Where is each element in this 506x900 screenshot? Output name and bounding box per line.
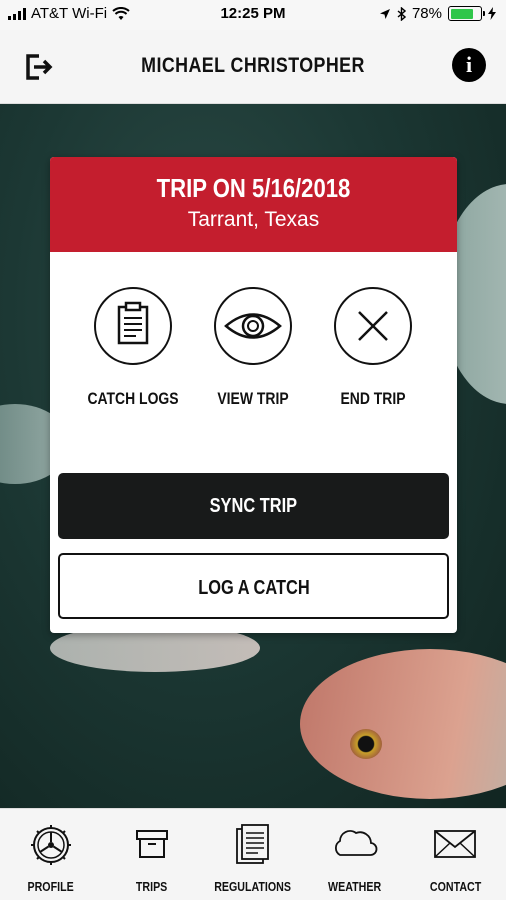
battery-icon (448, 6, 485, 21)
tab-profile-label: PROFILE (27, 879, 74, 894)
sync-trip-button[interactable]: SYNC TRIP (58, 473, 449, 539)
clipboard-icon (94, 287, 172, 365)
envelope-icon (434, 830, 477, 858)
tab-contact-label: CONTACT (429, 879, 482, 894)
battery-percent: 78% (411, 5, 442, 22)
tab-weather-label: WEATHER (327, 879, 381, 894)
catch-logs-button[interactable]: CATCH LOGS (68, 287, 198, 409)
tab-contact[interactable]: CONTACT (405, 809, 506, 900)
tab-weather[interactable]: WEATHER (304, 809, 405, 900)
log-catch-button[interactable]: LOG A CATCH (58, 553, 449, 619)
cloud-icon (335, 830, 378, 856)
end-trip-label: END TRIP (340, 389, 406, 408)
charging-icon (488, 7, 496, 20)
tab-trips[interactable]: TRIPS (101, 809, 202, 900)
box-icon (135, 830, 168, 858)
x-icon (334, 287, 412, 365)
battery-fill (450, 8, 474, 19)
view-trip-label: VIEW TRIP (217, 389, 289, 408)
status-bar: AT&T Wi-Fi 12:25 PM 78% (0, 0, 506, 30)
log-catch-label: LOG A CATCH (197, 577, 310, 599)
page-title: MICHAEL CHRISTOPHER (141, 54, 365, 77)
end-trip-button[interactable]: END TRIP (308, 287, 438, 409)
view-trip-button[interactable]: VIEW TRIP (188, 287, 318, 409)
trip-card: TRIP ON 5/16/2018 Tarrant, Texas CATCH L… (50, 157, 457, 633)
eye-icon (214, 287, 292, 365)
trip-actions: CATCH LOGS VIEW TRIP END TRIP (50, 287, 457, 417)
fish-eye (350, 729, 382, 759)
tab-profile[interactable]: PROFILE (0, 809, 101, 900)
bluetooth-icon (397, 6, 406, 21)
trip-location: Tarrant, Texas (187, 208, 320, 231)
bottom-tab-bar: PROFILE TRIPS REGULATIONS WEATHER CONTAC… (0, 808, 506, 900)
wheel-icon (30, 825, 71, 865)
trip-title: TRIP ON 5/16/2018 (156, 173, 351, 203)
catch-logs-label: CATCH LOGS (87, 389, 179, 408)
tab-regulations[interactable]: REGULATIONS (202, 809, 303, 900)
document-icon (236, 824, 269, 864)
info-icon[interactable]: i (452, 48, 486, 82)
location-icon (379, 8, 390, 19)
sync-trip-label: SYNC TRIP (209, 495, 298, 517)
trip-card-header: TRIP ON 5/16/2018 Tarrant, Texas (50, 157, 457, 252)
tab-trips-label: TRIPS (136, 879, 168, 894)
tab-regulations-label: REGULATIONS (214, 879, 292, 894)
app-header: MICHAEL CHRISTOPHER i (0, 30, 506, 104)
status-right: 78% (379, 5, 496, 22)
fish-snapper (300, 649, 506, 799)
